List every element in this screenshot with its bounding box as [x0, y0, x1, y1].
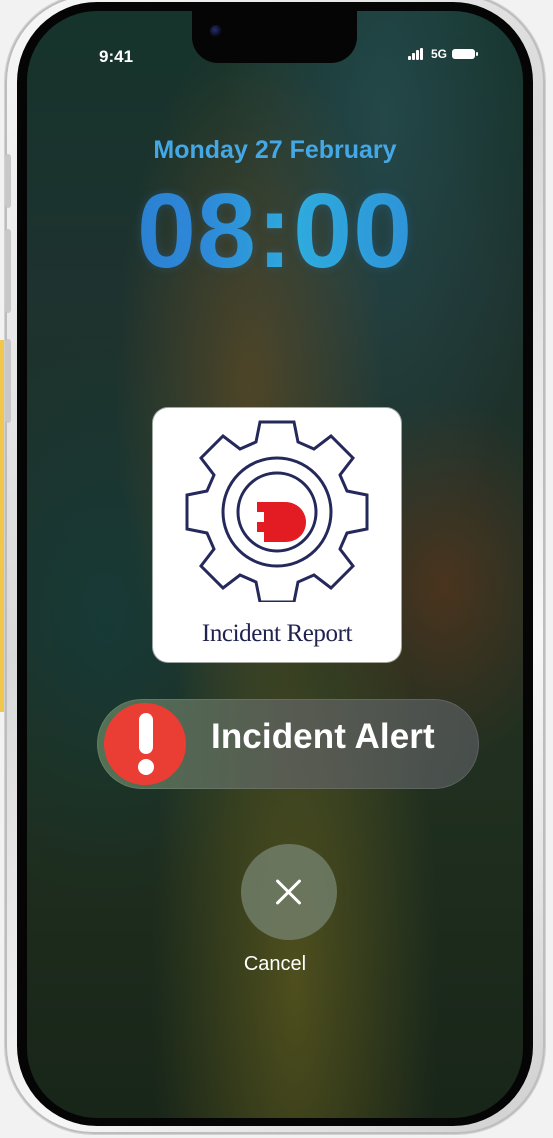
volume-button: [5, 154, 11, 208]
close-icon: [272, 875, 306, 909]
network-label: 5G: [430, 47, 447, 61]
battery-icon: [452, 49, 478, 59]
lock-screen-clock: 08:00: [27, 171, 523, 292]
volume-button: [5, 229, 11, 313]
status-time: 9:41: [99, 47, 134, 66]
status-indicators: 5G: [407, 47, 478, 61]
app-title: Incident Report: [201, 620, 353, 647]
screenshot-canvas: 9:41 5G Monday 27 February 08:00 Inciden…: [0, 0, 553, 1138]
exclamation-icon: [104, 703, 186, 785]
phone-frame: 9:41 5G Monday 27 February 08:00 Inciden…: [5, 0, 545, 1134]
volume-button: [5, 339, 11, 423]
lock-screen: 9:41 5G Monday 27 February 08:00 Inciden…: [27, 11, 523, 1118]
signal-icon: [407, 48, 426, 60]
lock-screen-date: Monday 27 February: [153, 136, 397, 164]
incident-alert-button[interactable]: Incident Alert: [97, 699, 479, 789]
cancel-label: Cancel: [243, 953, 307, 975]
notch: [192, 11, 357, 63]
cancel-button[interactable]: [241, 844, 337, 940]
incident-alert-label: Incident Alert: [211, 717, 435, 756]
incident-report-app-card[interactable]: Incident Report: [153, 408, 401, 662]
front-camera: [210, 25, 222, 37]
gear-icon: [185, 420, 369, 602]
